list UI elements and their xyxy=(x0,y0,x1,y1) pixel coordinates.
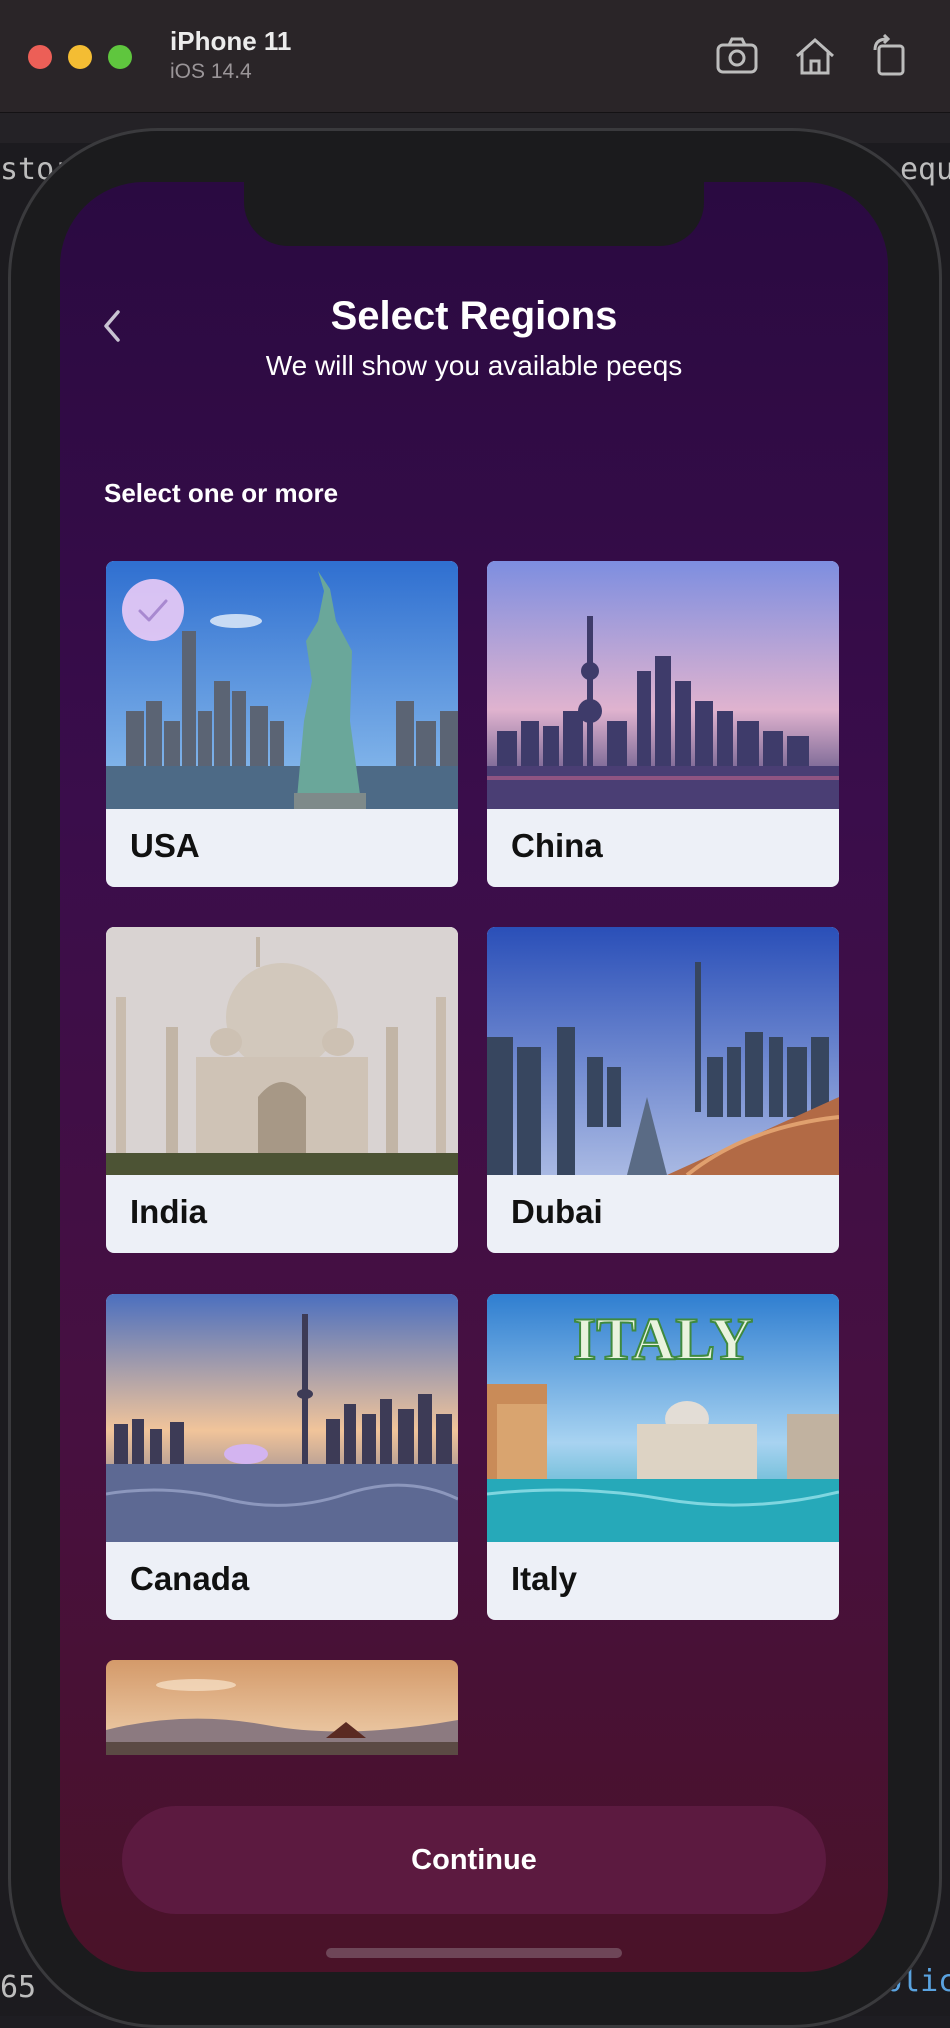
app-screen: Select Regions We will show you availabl… xyxy=(60,182,888,1972)
partial-region-image xyxy=(106,1660,458,1755)
rotate-icon[interactable] xyxy=(867,34,915,78)
zoom-window-button[interactable] xyxy=(108,45,132,69)
india-taj-mahal-image xyxy=(106,927,458,1175)
minimize-window-button[interactable] xyxy=(68,45,92,69)
screenshot-icon[interactable] xyxy=(713,34,761,78)
section-label: Select one or more xyxy=(104,478,339,508)
region-card-usa[interactable]: USA xyxy=(106,561,458,887)
region-card-dubai[interactable]: Dubai xyxy=(487,927,839,1253)
region-card-canada[interactable]: Canada xyxy=(106,1294,458,1620)
region-card-india[interactable]: India xyxy=(106,927,458,1253)
simulator-titlebar: iPhone 11 iOS 14.4 xyxy=(0,0,950,113)
italy-image-text: ITALY xyxy=(573,1306,753,1372)
dubai-skyline-image xyxy=(487,927,839,1175)
selected-check-badge xyxy=(122,579,184,641)
region-label: Italy xyxy=(511,1560,578,1597)
canada-toronto-image xyxy=(106,1294,458,1542)
china-skyline-image xyxy=(487,561,839,809)
region-label: China xyxy=(511,827,603,864)
region-label: Canada xyxy=(130,1560,250,1597)
region-card-partial[interactable] xyxy=(106,1660,458,1755)
region-label: India xyxy=(130,1193,208,1230)
home-indicator xyxy=(326,1948,622,1958)
phone-notch xyxy=(244,182,704,246)
region-card-italy[interactable]: ITALY Italy xyxy=(487,1294,839,1620)
region-card-china[interactable]: China xyxy=(487,561,839,887)
checkmark-icon xyxy=(138,599,168,622)
device-os-version: iOS 14.4 xyxy=(170,60,252,83)
continue-button[interactable]: Continue xyxy=(122,1806,826,1914)
code-fragment: 65 xyxy=(0,1970,37,2005)
region-label: Dubai xyxy=(511,1193,603,1230)
italy-venice-image: ITALY xyxy=(487,1294,839,1542)
device-name: iPhone 11 xyxy=(170,26,292,56)
region-label: USA xyxy=(130,827,200,864)
home-icon[interactable] xyxy=(791,34,839,78)
page-subtitle: We will show you available peeqs xyxy=(265,350,683,381)
close-window-button[interactable] xyxy=(28,45,52,69)
page-title: Select Regions xyxy=(330,294,618,338)
